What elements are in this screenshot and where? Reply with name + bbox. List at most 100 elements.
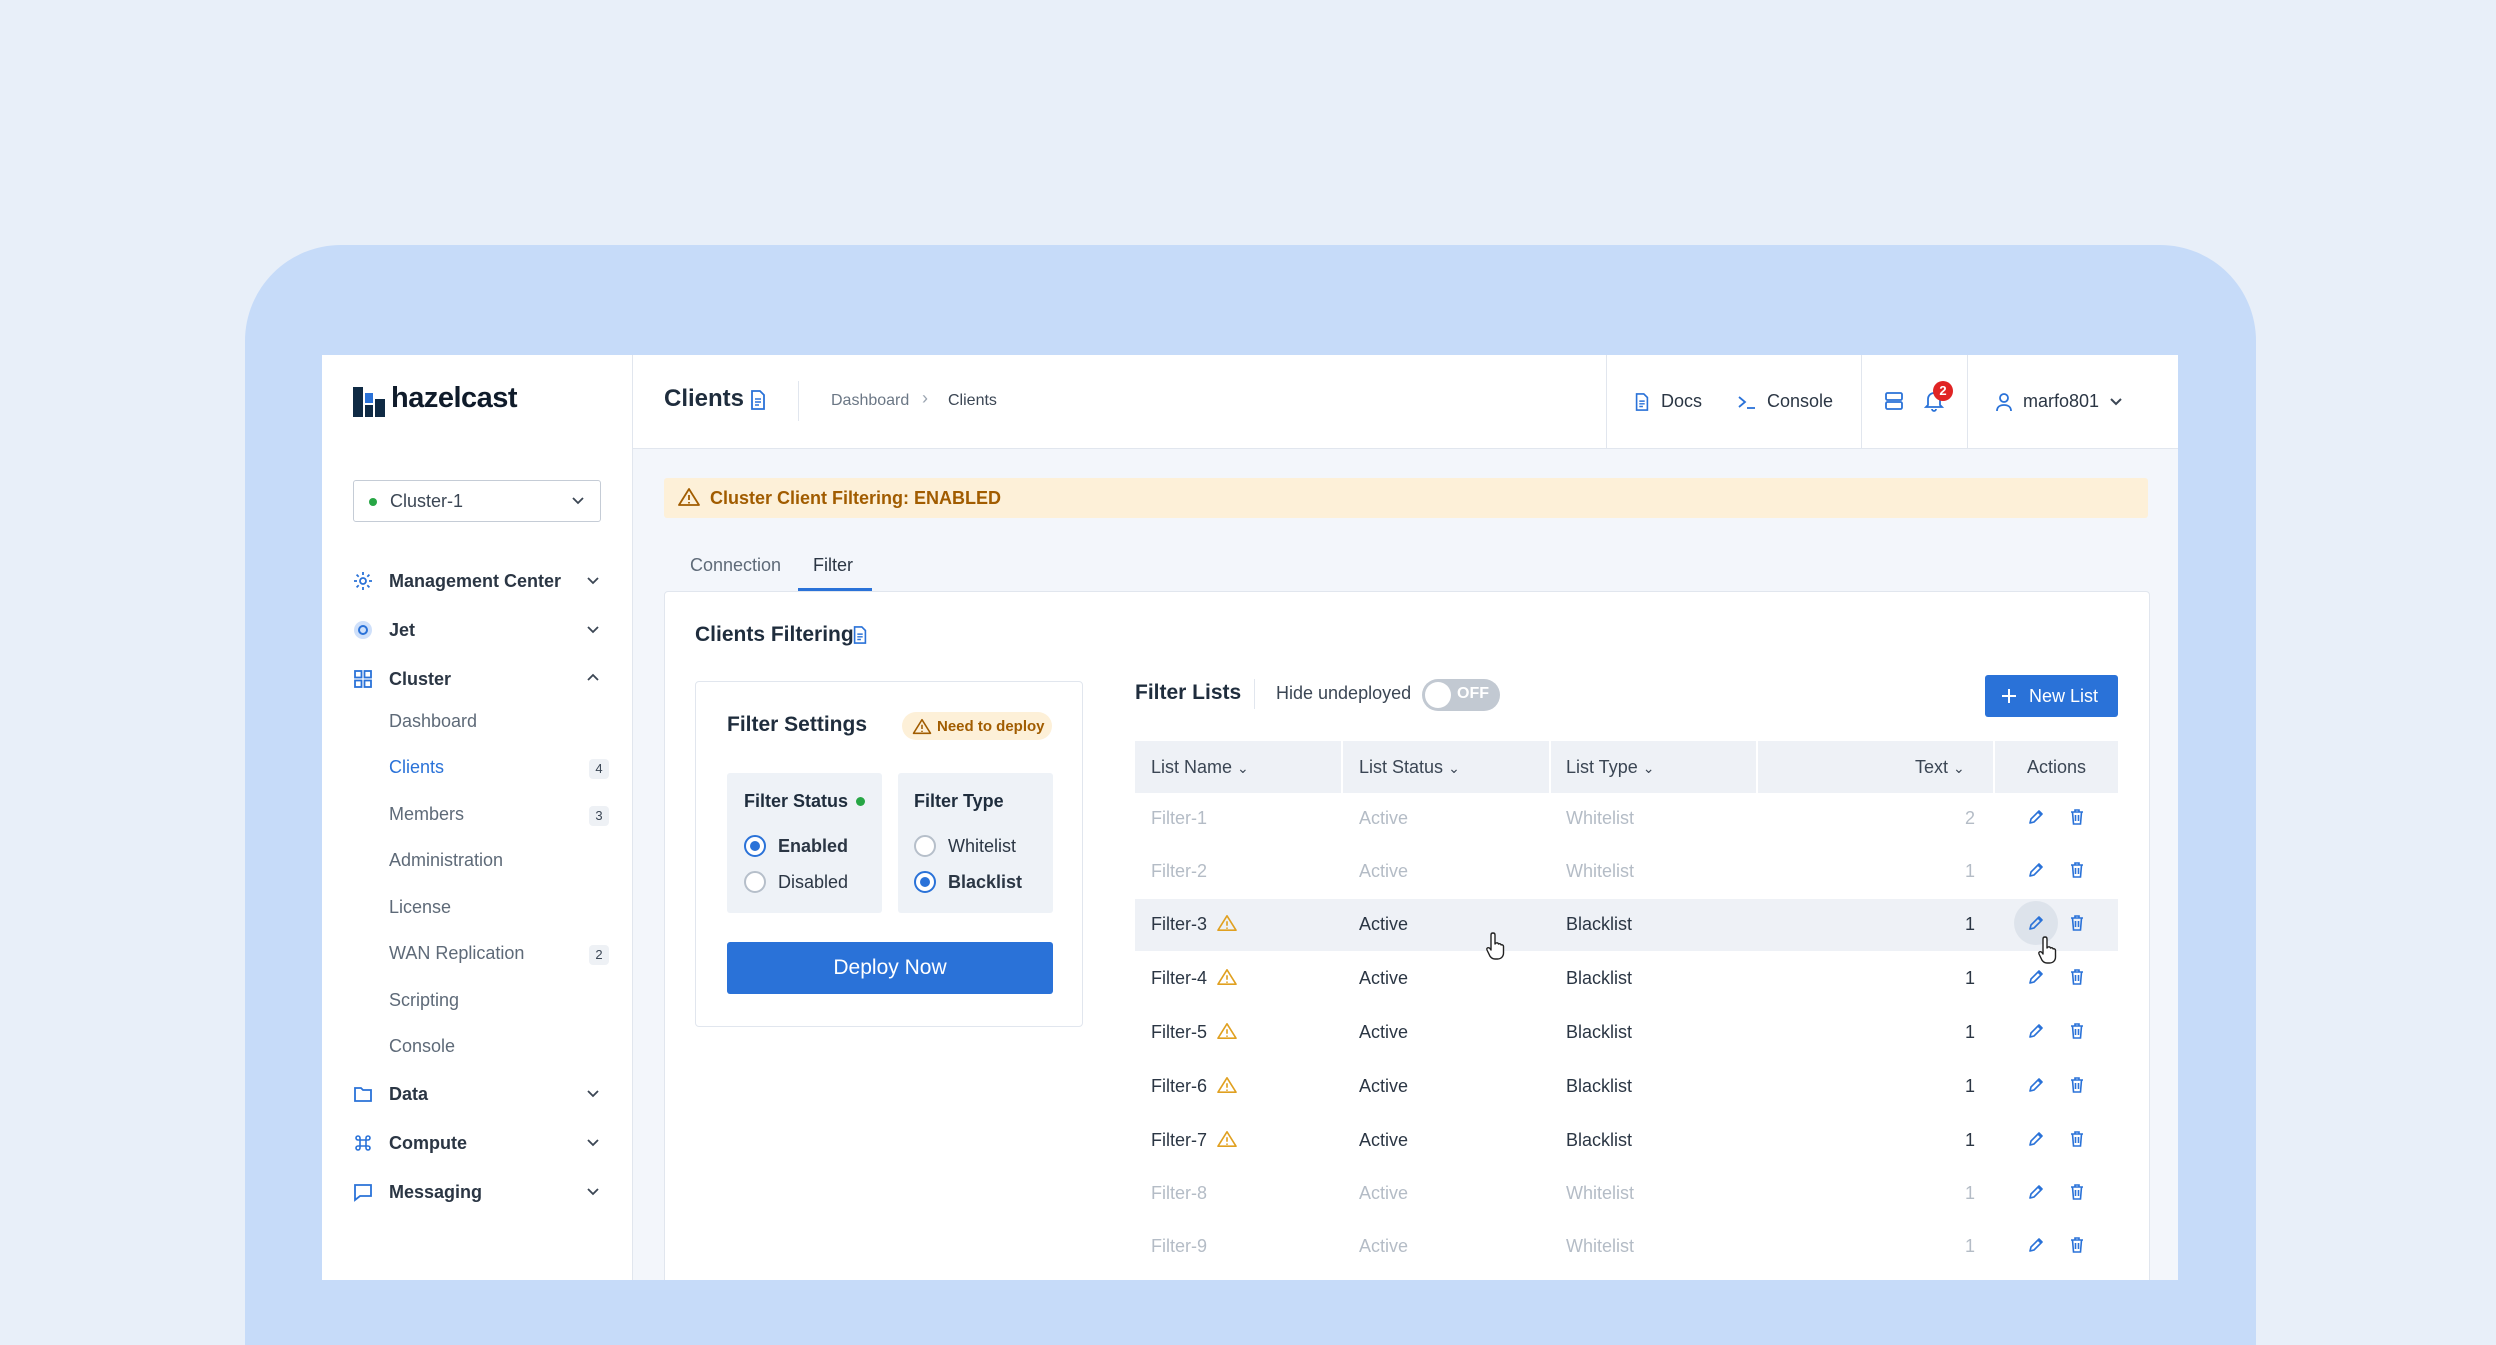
- header-divider: [1606, 355, 1607, 448]
- radio-disabled[interactable]: [744, 871, 766, 893]
- column-label: List Name: [1151, 757, 1233, 777]
- sidebar-item-administration[interactable]: Administration: [389, 843, 609, 877]
- column-list-status[interactable]: List Status ⌄: [1359, 757, 1460, 778]
- sidebar-item-label: Dashboard: [389, 711, 478, 731]
- trash-icon[interactable]: [2068, 861, 2086, 884]
- column-list-name[interactable]: List Name ⌄: [1151, 757, 1249, 778]
- radio-blacklist[interactable]: [914, 871, 936, 893]
- column-text[interactable]: Text ⌄: [1915, 757, 1965, 778]
- chevron-down-icon: [587, 577, 599, 585]
- new-list-button[interactable]: New List: [1985, 675, 2118, 717]
- sidebar-item-label: WAN Replication: [389, 943, 525, 963]
- document-icon[interactable]: [748, 389, 768, 411]
- jet-icon: [354, 621, 372, 639]
- radio-enabled-label: Enabled: [778, 836, 849, 856]
- trash-icon[interactable]: [2068, 1236, 2086, 1259]
- sidebar-item-label: Clients: [389, 757, 445, 777]
- sidebar-group-label: Cluster: [389, 669, 452, 689]
- table-row[interactable]: Filter-1 Active Whitelist 2: [1135, 793, 2118, 845]
- sidebar-item-data[interactable]: Data: [322, 1074, 632, 1114]
- sidebar-item-wan-replication[interactable]: WAN Replication 2: [389, 936, 609, 970]
- trash-icon[interactable]: [2068, 914, 2086, 937]
- radio-enabled[interactable]: [744, 835, 766, 857]
- table-row[interactable]: Filter-9 Active Whitelist 1: [1135, 1221, 2118, 1273]
- docs-button[interactable]: Docs: [1633, 355, 1702, 448]
- table-row[interactable]: Filter-8 Active Whitelist 1: [1135, 1168, 2118, 1220]
- chevron-right-icon: ›: [922, 388, 928, 408]
- docs-label: Docs: [1661, 391, 1703, 411]
- filtering-alert: Cluster Client Filtering: ENABLED: [664, 478, 2148, 518]
- breadcrumb-dashboard[interactable]: Dashboard: [831, 392, 909, 410]
- console-button[interactable]: Console: [1737, 355, 1833, 448]
- sidebar-item-license[interactable]: License: [389, 890, 609, 924]
- sidebar-item-members[interactable]: Members 3: [389, 797, 609, 831]
- edit-icon[interactable]: [2027, 1236, 2045, 1259]
- radio-whitelist[interactable]: [914, 835, 936, 857]
- user-name: marfo801: [2023, 391, 2100, 411]
- filter-status-title: Filter Status: [744, 791, 849, 811]
- filter-type-title: Filter Type: [914, 791, 1004, 811]
- edit-icon[interactable]: [2027, 1130, 2045, 1153]
- sidebar-item-label: Console: [389, 1036, 456, 1056]
- table-row[interactable]: Filter-7 Active Blacklist 1: [1135, 1115, 2118, 1167]
- sidebar-item-management-center[interactable]: Management Center: [322, 561, 632, 601]
- filter-settings-title: Filter Settings: [727, 713, 868, 736]
- deploy-now-button[interactable]: Deploy Now: [727, 942, 1053, 994]
- breadcrumb-clients: Clients: [948, 392, 997, 409]
- sidebar-item-compute[interactable]: Compute: [322, 1123, 632, 1163]
- cell-text: 1: [1964, 1022, 1975, 1042]
- warning-icon: [1217, 968, 1237, 991]
- top-header: hazelcast Clients Dashboard › Clients Do…: [322, 355, 2178, 449]
- cell-text: 1: [1964, 1130, 1975, 1150]
- new-list-label: New List: [2029, 686, 2099, 706]
- radio-disabled-label: Disabled: [778, 872, 849, 892]
- hide-undeployed-toggle[interactable]: OFF: [1422, 679, 1500, 711]
- trash-icon[interactable]: [2068, 808, 2086, 831]
- edit-icon[interactable]: [2027, 914, 2045, 937]
- sidebar-item-cluster[interactable]: Cluster: [322, 659, 632, 699]
- trash-icon[interactable]: [2068, 1183, 2086, 1206]
- chevron-down-icon: [2110, 397, 2122, 405]
- table-row[interactable]: Filter-5 Active Blacklist 1: [1135, 1007, 2118, 1059]
- trash-icon[interactable]: [2068, 1130, 2086, 1153]
- trash-icon[interactable]: [2068, 1022, 2086, 1045]
- table-row[interactable]: Filter-2 Active Whitelist 1: [1135, 846, 2118, 898]
- column-label: List Type: [1566, 757, 1638, 777]
- sidebar-item-clients[interactable]: Clients 4: [389, 750, 609, 784]
- edit-icon[interactable]: [2027, 1022, 2045, 1045]
- table-row[interactable]: Filter-3 Active Blacklist 1: [1135, 899, 2118, 951]
- trash-icon[interactable]: [2068, 968, 2086, 991]
- document-icon[interactable]: [851, 625, 869, 645]
- sidebar-item-scripting[interactable]: Scripting: [389, 983, 609, 1017]
- chevron-down-icon: [587, 1188, 599, 1196]
- document-icon: [1635, 392, 1649, 411]
- cluster-select[interactable]: Cluster-1: [353, 480, 601, 522]
- count-badge: 2: [589, 945, 609, 965]
- sidebar-item-messaging[interactable]: Messaging: [322, 1172, 632, 1212]
- logo-area[interactable]: hazelcast: [322, 355, 633, 448]
- edit-icon[interactable]: [2027, 1183, 2045, 1206]
- edit-icon[interactable]: [2027, 808, 2045, 831]
- edit-icon[interactable]: [2027, 968, 2045, 991]
- hazelcast-logo-icon: [353, 387, 385, 417]
- cell-text: 1: [1964, 914, 1975, 934]
- server-icon[interactable]: [1884, 391, 1904, 411]
- sidebar-item-console[interactable]: Console: [389, 1029, 609, 1063]
- chevron-down-icon: ⌄: [1953, 760, 1965, 776]
- column-list-type[interactable]: List Type ⌄: [1566, 757, 1654, 778]
- trash-icon[interactable]: [2068, 1076, 2086, 1099]
- edit-icon[interactable]: [2027, 861, 2045, 884]
- cell-list-name: Filter-8: [1151, 1183, 1208, 1203]
- tab-filter[interactable]: Filter: [813, 555, 853, 576]
- tab-connection[interactable]: Connection: [690, 555, 781, 576]
- sidebar-group-label: Compute: [389, 1133, 467, 1153]
- cell-list-name: Filter-2: [1151, 861, 1208, 881]
- chat-icon: [354, 1184, 372, 1202]
- sidebar-item-dashboard[interactable]: Dashboard: [389, 704, 609, 738]
- sidebar-item-jet[interactable]: Jet: [322, 610, 632, 650]
- edit-icon[interactable]: [2027, 1076, 2045, 1099]
- table-row[interactable]: Filter-4 Active Blacklist 1: [1135, 953, 2118, 1005]
- user-menu[interactable]: marfo801: [1995, 355, 2123, 448]
- cell-list-type: Whitelist: [1566, 861, 1635, 881]
- table-row[interactable]: Filter-6 Active Blacklist 1: [1135, 1061, 2118, 1113]
